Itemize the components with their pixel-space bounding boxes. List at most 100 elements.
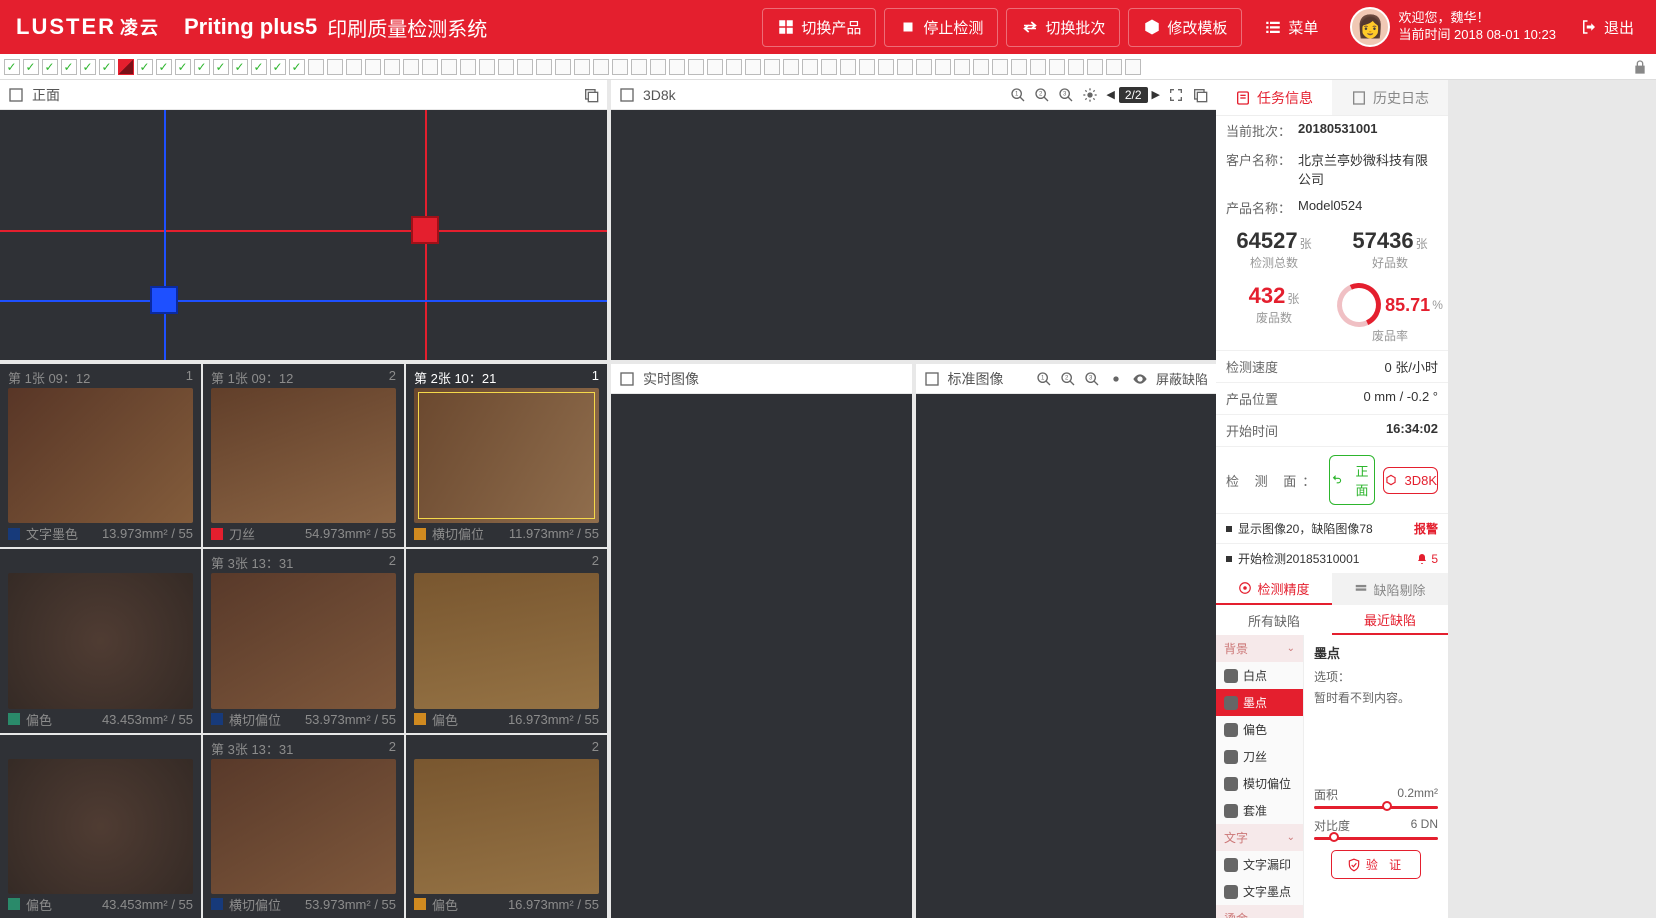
status-empty[interactable] <box>479 59 495 75</box>
blue-marker[interactable] <box>150 286 178 314</box>
area-slider[interactable]: 面积0.2mm² <box>1314 786 1438 809</box>
category-item[interactable]: 文字漏印 <box>1216 851 1303 878</box>
front-canvas[interactable] <box>0 110 607 360</box>
status-check[interactable]: ✓ <box>23 59 39 75</box>
subtab-precision[interactable]: 检测精度 <box>1216 573 1332 605</box>
status-check[interactable]: ✓ <box>251 59 267 75</box>
category-item[interactable]: 文字墨点 <box>1216 878 1303 905</box>
zoom-1-icon[interactable]: 1 <box>1010 87 1026 103</box>
tab-history[interactable]: 历史日志 <box>1332 80 1448 115</box>
status-empty[interactable] <box>973 59 989 75</box>
status-empty[interactable] <box>327 59 343 75</box>
menu-button[interactable]: 菜单 <box>1250 9 1332 46</box>
status-empty[interactable] <box>365 59 381 75</box>
page-nav[interactable]: ◀2/2▶ <box>1106 87 1160 103</box>
zoom-1-icon[interactable]: 1 <box>1036 371 1052 387</box>
status-empty[interactable] <box>308 59 324 75</box>
status-empty[interactable] <box>536 59 552 75</box>
status-empty[interactable] <box>1106 59 1122 75</box>
switch-product-button[interactable]: 切换产品 <box>762 8 876 47</box>
defect-card[interactable]: 第 3张 13：312 横切偏位53.973mm² / 55 <box>203 735 404 918</box>
modify-template-button[interactable]: 修改模板 <box>1128 8 1242 47</box>
mask-defect-label[interactable]: 屏蔽缺陷 <box>1156 369 1208 388</box>
defect-card[interactable]: 2 偏色16.973mm² / 55 <box>406 735 607 918</box>
status-empty[interactable] <box>403 59 419 75</box>
status-empty[interactable] <box>726 59 742 75</box>
fullscreen-icon[interactable] <box>1168 87 1184 103</box>
category-item[interactable]: 墨点 <box>1216 689 1303 716</box>
status-check[interactable]: ✓ <box>137 59 153 75</box>
status-check[interactable]: ✓ <box>194 59 210 75</box>
defect-card[interactable]: 第 3张 13：312 横切偏位53.973mm² / 55 <box>203 549 404 732</box>
defect-card[interactable]: 第 1张 09：122 刀丝54.973mm² / 55 <box>203 364 404 547</box>
logout-button[interactable]: 退出 <box>1570 11 1644 44</box>
category-item[interactable]: 模切偏位 <box>1216 770 1303 797</box>
status-empty[interactable] <box>897 59 913 75</box>
category-item[interactable]: 偏色 <box>1216 716 1303 743</box>
status-empty[interactable] <box>878 59 894 75</box>
status-empty[interactable] <box>1087 59 1103 75</box>
status-empty[interactable] <box>935 59 951 75</box>
avatar[interactable]: 👩 <box>1350 7 1390 47</box>
status-check[interactable]: ✓ <box>4 59 20 75</box>
contrast-slider[interactable]: 对比度6 DN <box>1314 817 1438 840</box>
status-empty[interactable] <box>555 59 571 75</box>
status-check[interactable]: ✓ <box>232 59 248 75</box>
status-empty[interactable] <box>384 59 400 75</box>
status-check[interactable]: ✓ <box>61 59 77 75</box>
status-empty[interactable] <box>821 59 837 75</box>
status-check[interactable]: ✓ <box>156 59 172 75</box>
category-group[interactable]: 文字⌄ <box>1216 824 1303 851</box>
deftab-all[interactable]: 所有缺陷 <box>1216 605 1332 635</box>
tab-task-info[interactable]: 任务信息 <box>1216 80 1332 115</box>
status-empty[interactable] <box>954 59 970 75</box>
status-empty[interactable] <box>1125 59 1141 75</box>
brightness-icon[interactable] <box>1082 87 1098 103</box>
status-empty[interactable] <box>346 59 362 75</box>
status-empty[interactable] <box>916 59 932 75</box>
status-check[interactable]: ✓ <box>42 59 58 75</box>
defect-card[interactable]: 第 2张 10：211 横切偏位11.973mm² / 55 <box>406 364 607 547</box>
zoom-3-icon[interactable]: 3 <box>1084 371 1100 387</box>
status-empty[interactable] <box>574 59 590 75</box>
status-check[interactable]: ✓ <box>80 59 96 75</box>
status-empty[interactable] <box>1049 59 1065 75</box>
status-empty[interactable] <box>612 59 628 75</box>
stack-icon[interactable] <box>583 87 599 103</box>
stack-icon[interactable] <box>1192 87 1208 103</box>
deftab-recent[interactable]: 最近缺陷 <box>1332 605 1448 635</box>
status-error[interactable] <box>118 59 134 75</box>
red-marker[interactable] <box>411 216 439 244</box>
status-empty[interactable] <box>840 59 856 75</box>
status-empty[interactable] <box>441 59 457 75</box>
status-empty[interactable] <box>669 59 685 75</box>
standard-canvas[interactable] <box>916 394 1217 918</box>
camera-canvas[interactable] <box>611 110 1216 360</box>
zoom-3-icon[interactable]: 3 <box>1058 87 1074 103</box>
status-empty[interactable] <box>1068 59 1084 75</box>
status-empty[interactable] <box>1030 59 1046 75</box>
surface-3d-button[interactable]: 3D8K <box>1383 467 1438 494</box>
status-empty[interactable] <box>498 59 514 75</box>
defect-card[interactable]: 偏色43.453mm² / 55 <box>0 735 201 918</box>
verify-button[interactable]: 验 证 <box>1331 850 1421 879</box>
status-empty[interactable] <box>631 59 647 75</box>
category-item[interactable]: 刀丝 <box>1216 743 1303 770</box>
lock-button[interactable] <box>1629 56 1651 78</box>
switch-batch-button[interactable]: 切换批次 <box>1006 8 1120 47</box>
category-group[interactable]: 背景⌄ <box>1216 635 1303 662</box>
status-empty[interactable] <box>460 59 476 75</box>
status-empty[interactable] <box>707 59 723 75</box>
defect-card[interactable]: 偏色43.453mm² / 55 <box>0 549 201 732</box>
status-empty[interactable] <box>688 59 704 75</box>
status-check[interactable]: ✓ <box>175 59 191 75</box>
status-empty[interactable] <box>593 59 609 75</box>
status-check[interactable]: ✓ <box>289 59 305 75</box>
status-empty[interactable] <box>859 59 875 75</box>
status-empty[interactable] <box>764 59 780 75</box>
realtime-canvas[interactable] <box>611 394 912 918</box>
category-group[interactable]: 烫金⌄ <box>1216 905 1303 918</box>
defect-card[interactable]: 第 1张 09：121 文字墨色13.973mm² / 55 <box>0 364 201 547</box>
category-item[interactable]: 套准 <box>1216 797 1303 824</box>
surface-front-button[interactable]: 正面 <box>1329 455 1375 505</box>
